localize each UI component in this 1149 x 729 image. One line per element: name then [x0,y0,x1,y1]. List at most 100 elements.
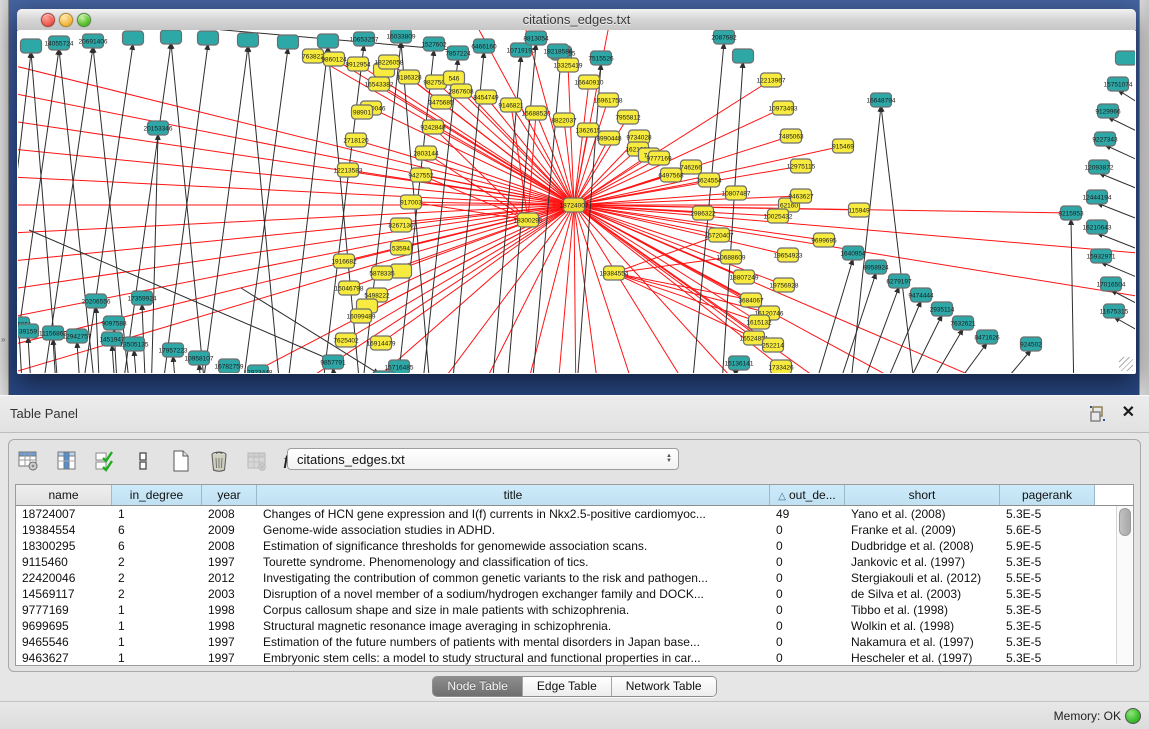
graph-node[interactable]: 1527602 [421,37,447,51]
graph-node[interactable]: 924502 [1020,337,1042,351]
graph-node[interactable]: 1916682 [331,254,357,268]
graph-node[interactable]: 19384554 [600,266,629,280]
graph-node[interactable]: 16961758 [594,93,623,107]
graph-node[interactable]: 2087682 [711,30,737,44]
graph-node[interactable]: 115949 [848,203,870,217]
graph-node[interactable]: 252214 [762,338,784,352]
graph-node[interactable]: 17957223 [159,343,188,357]
graph-node[interactable]: 15751074 [1104,77,1133,91]
graph-node[interactable]: 15688520 [522,106,551,120]
graph-node[interactable]: 9474444 [908,288,934,302]
graph-node[interactable] [374,371,395,373]
graph-node[interactable] [318,34,339,48]
graph-node[interactable]: 915469 [832,139,854,153]
graph-node[interactable]: 13325419 [554,58,583,72]
graph-node[interactable]: 12975115 [787,159,816,173]
graph-node[interactable]: 98901 [352,105,373,119]
graph-node[interactable]: 546 [444,71,465,85]
float-panel-icon[interactable] [1089,405,1107,423]
graph-node[interactable]: 18807249 [730,270,759,284]
graph-node[interactable]: 16033809 [387,30,416,43]
panel-collapse-handle[interactable]: » [1,335,7,345]
graph-node[interactable]: 16210643 [1083,220,1112,234]
network-canvas[interactable]: 1405572420691406106532571603380915276027… [18,30,1135,373]
graph-node[interactable]: 8454749 [473,90,499,104]
memory-status-icon[interactable] [1125,708,1141,724]
graph-node[interactable]: 15932971 [1087,249,1116,263]
table-row[interactable]: 969969511998Structural magnetic resonanc… [16,618,1133,634]
table-row[interactable]: 1872400712008Changes of HCN gene express… [16,506,1133,522]
graph-node[interactable]: 12444194 [1083,190,1112,204]
table-select-dropdown[interactable]: citations_edges.txt ▲▼ [287,448,679,470]
graph-node[interactable]: 15136141 [725,356,754,370]
table-scrollbar-thumb[interactable] [1119,508,1131,536]
graph-node[interactable] [733,49,754,63]
close-panel-icon[interactable]: ✕ [1122,404,1135,422]
graph-node[interactable]: 16543382 [365,77,394,91]
graph-node[interactable]: 8990448 [596,131,622,145]
graph-node[interactable]: 917003 [400,195,422,209]
graph-node[interactable]: 16640910 [575,75,604,89]
graph-node[interactable]: 9242848 [420,120,446,134]
graph-node[interactable]: 8267130 [388,218,414,232]
graph-node[interactable]: 12923448 [244,365,273,373]
graph-node[interactable] [238,33,259,47]
graph-node[interactable]: 10653257 [350,32,379,46]
graph-node[interactable]: 9857791 [320,355,346,369]
column-header-year[interactable]: year [202,485,257,505]
table-scrollbar[interactable] [1116,506,1132,664]
tab-edge-table[interactable]: Edge Table [523,677,612,696]
graph-node[interactable]: 15720407 [705,228,734,242]
graph-node[interactable]: 9860124 [321,52,347,66]
graph-node[interactable]: 20153346 [144,121,173,135]
column-header-title[interactable]: title [257,485,770,505]
table-settings-icon[interactable] [17,449,41,473]
graph-node[interactable]: 39159 [18,324,39,338]
graph-node[interactable]: 10025432 [764,209,793,223]
graph-node[interactable]: 17016504 [1097,277,1126,291]
table-row[interactable]: 2242004622012Investigating the contribut… [16,570,1133,586]
graph-node[interactable]: 2986322 [690,206,716,220]
graph-node[interactable]: 9146821 [498,98,524,112]
graph-node[interactable]: 7955812 [615,110,641,124]
graph-node[interactable]: 6466160 [471,39,497,53]
delete-trash-icon[interactable] [207,449,231,473]
graph-node[interactable] [1116,51,1136,65]
graph-node[interactable]: 8471626 [974,330,1000,344]
graph-node[interactable]: 7485063 [778,129,804,143]
graph-node[interactable]: 18226058 [375,55,404,69]
graph-node[interactable]: 12093872 [1085,160,1114,174]
graph-node[interactable]: 7857224 [445,46,471,60]
graph-node[interactable]: 8912954 [345,57,371,71]
graph-node[interactable]: 16099489 [347,309,376,323]
column-header-pagerank[interactable]: pagerank [1000,485,1095,505]
graph-node[interactable]: 2718120 [343,133,369,147]
graph-node[interactable]: 3684067 [738,293,764,307]
graph-node[interactable]: 10807487 [722,186,751,200]
table-row[interactable]: 1938455462009Genome-wide association stu… [16,522,1133,538]
graph-node[interactable]: 53594 [391,241,412,255]
graph-node[interactable]: 8822037 [551,113,577,127]
select-columns-icon[interactable] [93,449,117,473]
graph-node[interactable]: 8186328 [396,70,422,84]
graph-node[interactable]: 9227343 [1092,132,1118,146]
graph-node[interactable]: 8958924 [863,260,889,274]
graph-node[interactable]: 14055724 [45,36,74,50]
graph-node[interactable]: 8813054 [523,31,549,45]
table-row[interactable]: 911546021997Tourette syndrome. Phenomeno… [16,554,1133,570]
graph-node[interactable] [278,35,299,49]
graph-node[interactable]: 1615132 [746,315,772,329]
graph-node[interactable]: 19756928 [770,278,799,292]
graph-node[interactable] [198,31,219,45]
graph-node[interactable]: 16914479 [367,336,396,350]
table-row[interactable]: 946362711997Embryonic stem cells: a mode… [16,650,1133,665]
graph-node[interactable]: 7515526 [588,51,614,65]
graph-node[interactable]: 3624554 [696,173,722,187]
graph-node[interactable]: 20691406 [79,34,108,48]
graph-node[interactable]: 16782759 [215,359,244,373]
graph-node[interactable]: 8215953 [1058,206,1084,220]
graph-node[interactable]: 7625402 [333,333,359,347]
graph-node[interactable]: 2935114 [930,302,955,316]
graph-node[interactable]: 1640954 [840,246,866,260]
window-resize-grip[interactable] [1119,357,1133,371]
